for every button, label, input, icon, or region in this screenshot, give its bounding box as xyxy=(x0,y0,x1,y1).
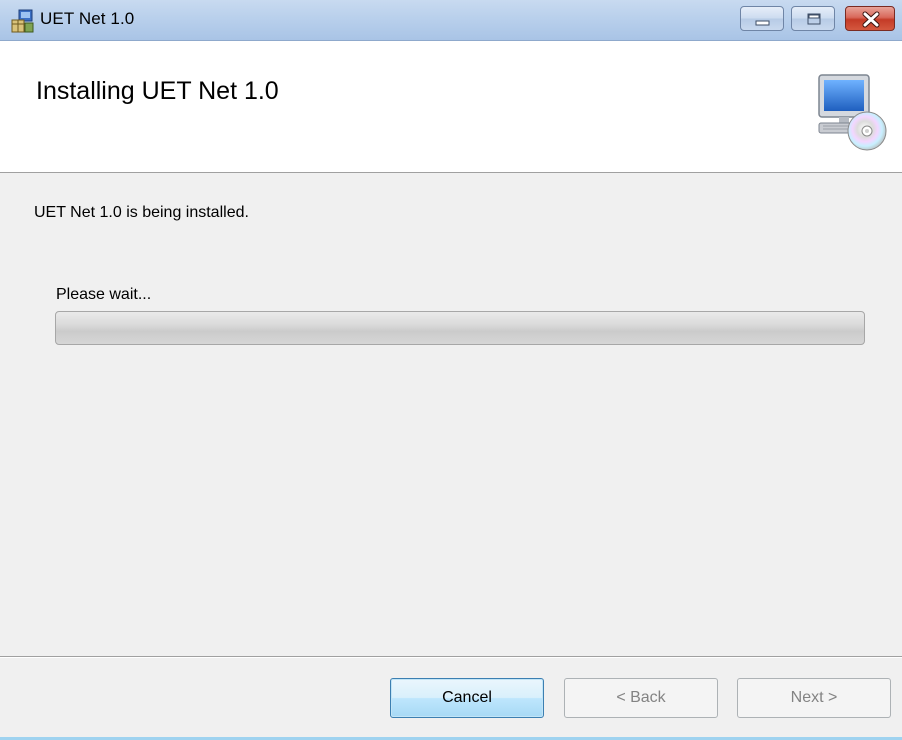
close-button[interactable] xyxy=(845,6,895,31)
header-banner: Installing UET Net 1.0 xyxy=(0,41,902,173)
wait-label: Please wait... xyxy=(56,286,152,303)
installer-icon xyxy=(11,9,34,33)
window-title: UET Net 1.0 xyxy=(40,9,135,28)
computer-disc-icon xyxy=(818,74,887,151)
back-button[interactable]: < Back xyxy=(564,678,718,718)
maximize-icon xyxy=(807,13,821,25)
installer-window: UET Net 1.0 Installing UET Net 1.0 UET N… xyxy=(0,0,902,740)
install-progress-bar xyxy=(55,311,865,345)
close-icon xyxy=(862,11,880,28)
page-title: Installing UET Net 1.0 xyxy=(36,77,279,105)
title-bar[interactable]: UET Net 1.0 xyxy=(0,0,902,41)
status-message: UET Net 1.0 is being installed. xyxy=(34,204,249,221)
minimize-icon xyxy=(755,20,770,26)
minimize-button[interactable] xyxy=(740,6,784,31)
cancel-button[interactable]: Cancel xyxy=(390,678,544,718)
footer-divider xyxy=(0,656,902,658)
next-button[interactable]: Next > xyxy=(737,678,891,718)
maximize-button[interactable] xyxy=(791,6,835,31)
